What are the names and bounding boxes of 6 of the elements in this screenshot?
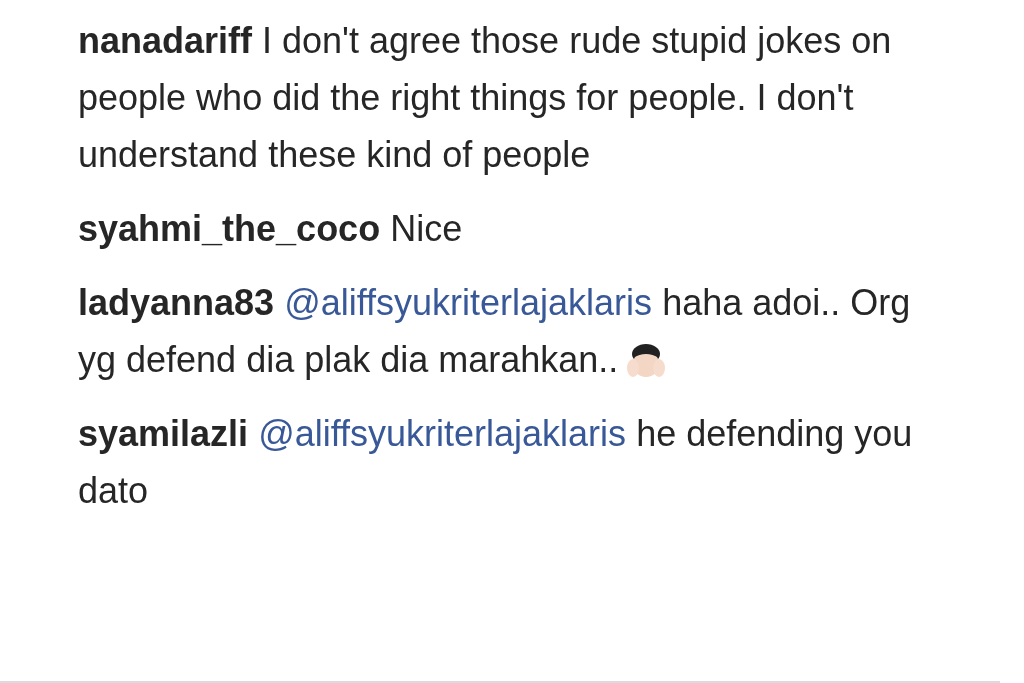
comment-text: ladyanna83 @aliffsyukriterlajaklaris haha adoi.. Org yg defend dia plak dia marahkan..	[78, 274, 928, 388]
comment-text: syamilazli @aliffsyukriterlajaklaris he defending you dato	[78, 412, 914, 513]
mention-link[interactable]: @aliffsyukriterlajaklaris	[258, 413, 627, 454]
mention-link[interactable]: @aliffsyukriterlajaklaris	[284, 282, 653, 323]
comment-text: nanadariff I don't agree those rude stupid jokes on people who did the right things for people. I don't understand these kind of people	[78, 19, 893, 177]
comment-text: syahmi_the_coco Nice	[78, 207, 464, 251]
